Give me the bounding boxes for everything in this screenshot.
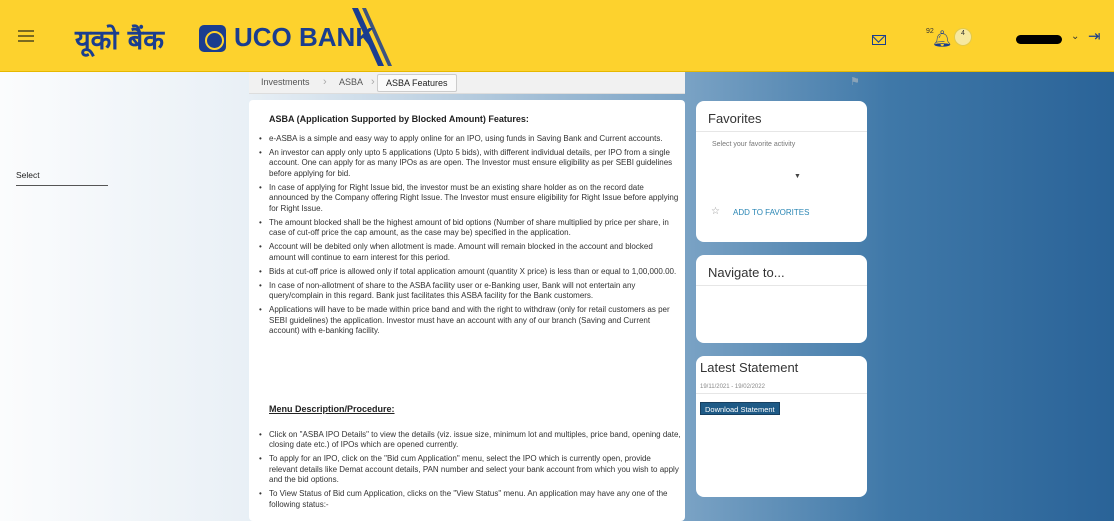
uco-logo-icon [199, 25, 226, 52]
star-icon[interactable]: ☆ [711, 206, 720, 217]
download-statement-button[interactable]: Download Statement [700, 402, 780, 415]
list-item: In case of applying for Right Issue bid,… [257, 183, 681, 215]
chevron-right-icon: › [371, 76, 375, 88]
statement-title: Latest Statement [700, 360, 799, 375]
statement-date-range: 19/11/2021 - 19/02/2022 [700, 384, 765, 390]
favorites-title: Favorites [708, 111, 762, 126]
breadcrumb: Investments › ASBA › ASBA Features [249, 72, 685, 94]
logo-hindi-text: यूको बैंक [75, 25, 164, 56]
list-item: The amount blocked shall be the highest … [257, 218, 681, 239]
breadcrumb-item-asba[interactable]: ASBA [339, 72, 363, 94]
breadcrumb-item-asba-features: ASBA Features [377, 74, 457, 92]
user-name-redacted[interactable] [1016, 35, 1062, 44]
avatar-badge: 4 [961, 30, 965, 37]
bell-icon[interactable]: 🔔︎ [932, 29, 952, 49]
add-to-favorites-link[interactable]: ADD TO FAVORITES [733, 208, 809, 217]
menu-description-heading: Menu Description/Procedure: [269, 404, 395, 414]
features-list: e-ASBA is a simple and easy way to apply… [257, 130, 681, 337]
menu-description-list: Click on "ASBA IPO Details" to view the … [257, 426, 681, 510]
list-item: Click on "ASBA IPO Details" to view the … [257, 430, 681, 451]
top-header-bar: यूको बैंक UCO BANK 92 🔔︎ 4 ⌄ ⇥ [0, 0, 1114, 72]
bookmark-icon[interactable]: ⚑ [850, 75, 860, 88]
divider [696, 131, 867, 132]
list-item: To View Status of Bid cum Application, c… [257, 489, 681, 510]
favorite-activity-select[interactable]: Select [16, 168, 108, 186]
divider [696, 393, 867, 394]
favorites-subtitle: Select your favorite activity [712, 141, 796, 148]
list-item: Bids at cut-off price is allowed only if… [257, 267, 681, 278]
chevron-right-icon: › [323, 76, 327, 88]
page-title: ASBA (Application Supported by Blocked A… [269, 114, 529, 124]
mail-icon[interactable] [872, 35, 886, 45]
list-item: e-ASBA is a simple and easy way to apply… [257, 134, 681, 145]
navigate-card: Navigate to... [696, 255, 867, 343]
list-item: To apply for an IPO, click on the "Bid c… [257, 454, 681, 486]
list-item: Account will be debited only when allotm… [257, 242, 681, 263]
logout-icon[interactable]: ⇥ [1088, 27, 1101, 45]
divider [696, 285, 867, 286]
brand-slash-graphic [352, 8, 392, 66]
favorites-card: Favorites Select your favorite activity [696, 101, 867, 242]
menu-icon[interactable] [18, 30, 34, 42]
list-item: Applications will have to be made within… [257, 305, 681, 337]
chevron-down-icon[interactable]: ⌄ [1071, 31, 1079, 42]
latest-statement-card: Latest Statement 19/11/2021 - 19/02/2022… [696, 356, 867, 497]
dropdown-arrow-icon[interactable]: ▼ [794, 173, 801, 180]
breadcrumb-item-investments[interactable]: Investments [261, 72, 310, 94]
list-item: In case of non-allotment of share to the… [257, 281, 681, 302]
asba-features-panel: ASBA (Application Supported by Blocked A… [249, 100, 685, 521]
navigate-title: Navigate to... [708, 265, 785, 280]
list-item: An investor can apply only upto 5 applic… [257, 148, 681, 180]
